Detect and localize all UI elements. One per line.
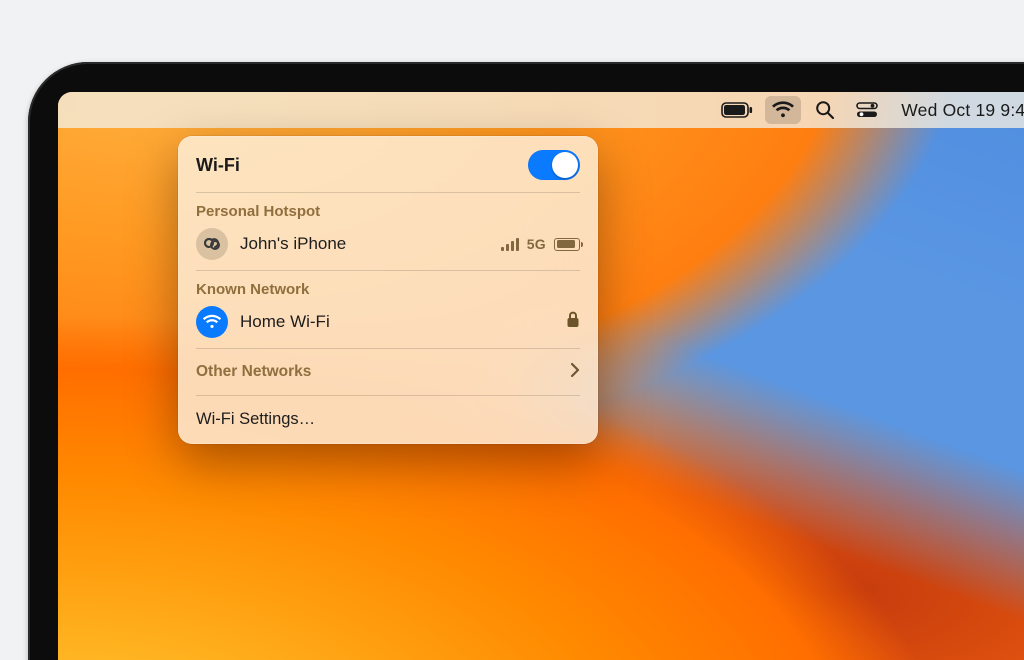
wifi-connected-icon xyxy=(196,306,228,338)
wifi-settings-label: Wi-Fi Settings… xyxy=(196,410,315,429)
wifi-settings-row[interactable]: Wi-Fi Settings… xyxy=(178,400,598,438)
hotspot-battery-icon xyxy=(554,238,580,251)
known-network-row-home-wifi[interactable]: Home Wi-Fi xyxy=(178,300,598,344)
known-network-label: Known Network xyxy=(178,275,598,300)
divider xyxy=(196,395,580,396)
personal-hotspot-label: Personal Hotspot xyxy=(178,197,598,222)
wifi-status-item[interactable] xyxy=(765,96,801,124)
control-center-item[interactable] xyxy=(849,96,885,124)
menu-bar: Wed Oct 19 9:41 AM xyxy=(58,92,1024,128)
wifi-toggle-knob xyxy=(552,152,578,178)
battery-icon xyxy=(721,102,753,118)
wifi-toggle[interactable] xyxy=(528,150,580,180)
other-networks-label: Other Networks xyxy=(196,363,558,381)
search-icon xyxy=(815,100,835,120)
hotspot-icon xyxy=(196,228,228,260)
hotspot-name: John's iPhone xyxy=(240,234,489,254)
screen: Wed Oct 19 9:41 AM Wi-Fi Personal Hotspo… xyxy=(58,92,1024,660)
hotspot-status: 5G xyxy=(501,236,580,252)
cellular-label: 5G xyxy=(527,236,546,252)
other-networks-row[interactable]: Other Networks xyxy=(178,353,598,391)
wifi-title-row: Wi-Fi xyxy=(178,146,598,188)
divider xyxy=(196,270,580,271)
divider xyxy=(196,192,580,193)
menu-bar-clock[interactable]: Wed Oct 19 9:41 AM xyxy=(891,100,1024,121)
wifi-menu-panel: Wi-Fi Personal Hotspot John's iPhone 5G xyxy=(178,136,598,444)
cellular-signal-icon xyxy=(501,237,519,251)
hotspot-row-johns-iphone[interactable]: John's iPhone 5G xyxy=(178,222,598,266)
chevron-right-icon xyxy=(570,362,580,383)
battery-status-item[interactable] xyxy=(715,96,759,124)
divider xyxy=(196,348,580,349)
lock-icon xyxy=(566,311,580,333)
control-center-icon xyxy=(856,102,878,118)
wifi-icon xyxy=(771,101,795,119)
spotlight-item[interactable] xyxy=(807,96,843,124)
wifi-title: Wi-Fi xyxy=(196,155,516,176)
known-network-name: Home Wi-Fi xyxy=(240,312,554,332)
